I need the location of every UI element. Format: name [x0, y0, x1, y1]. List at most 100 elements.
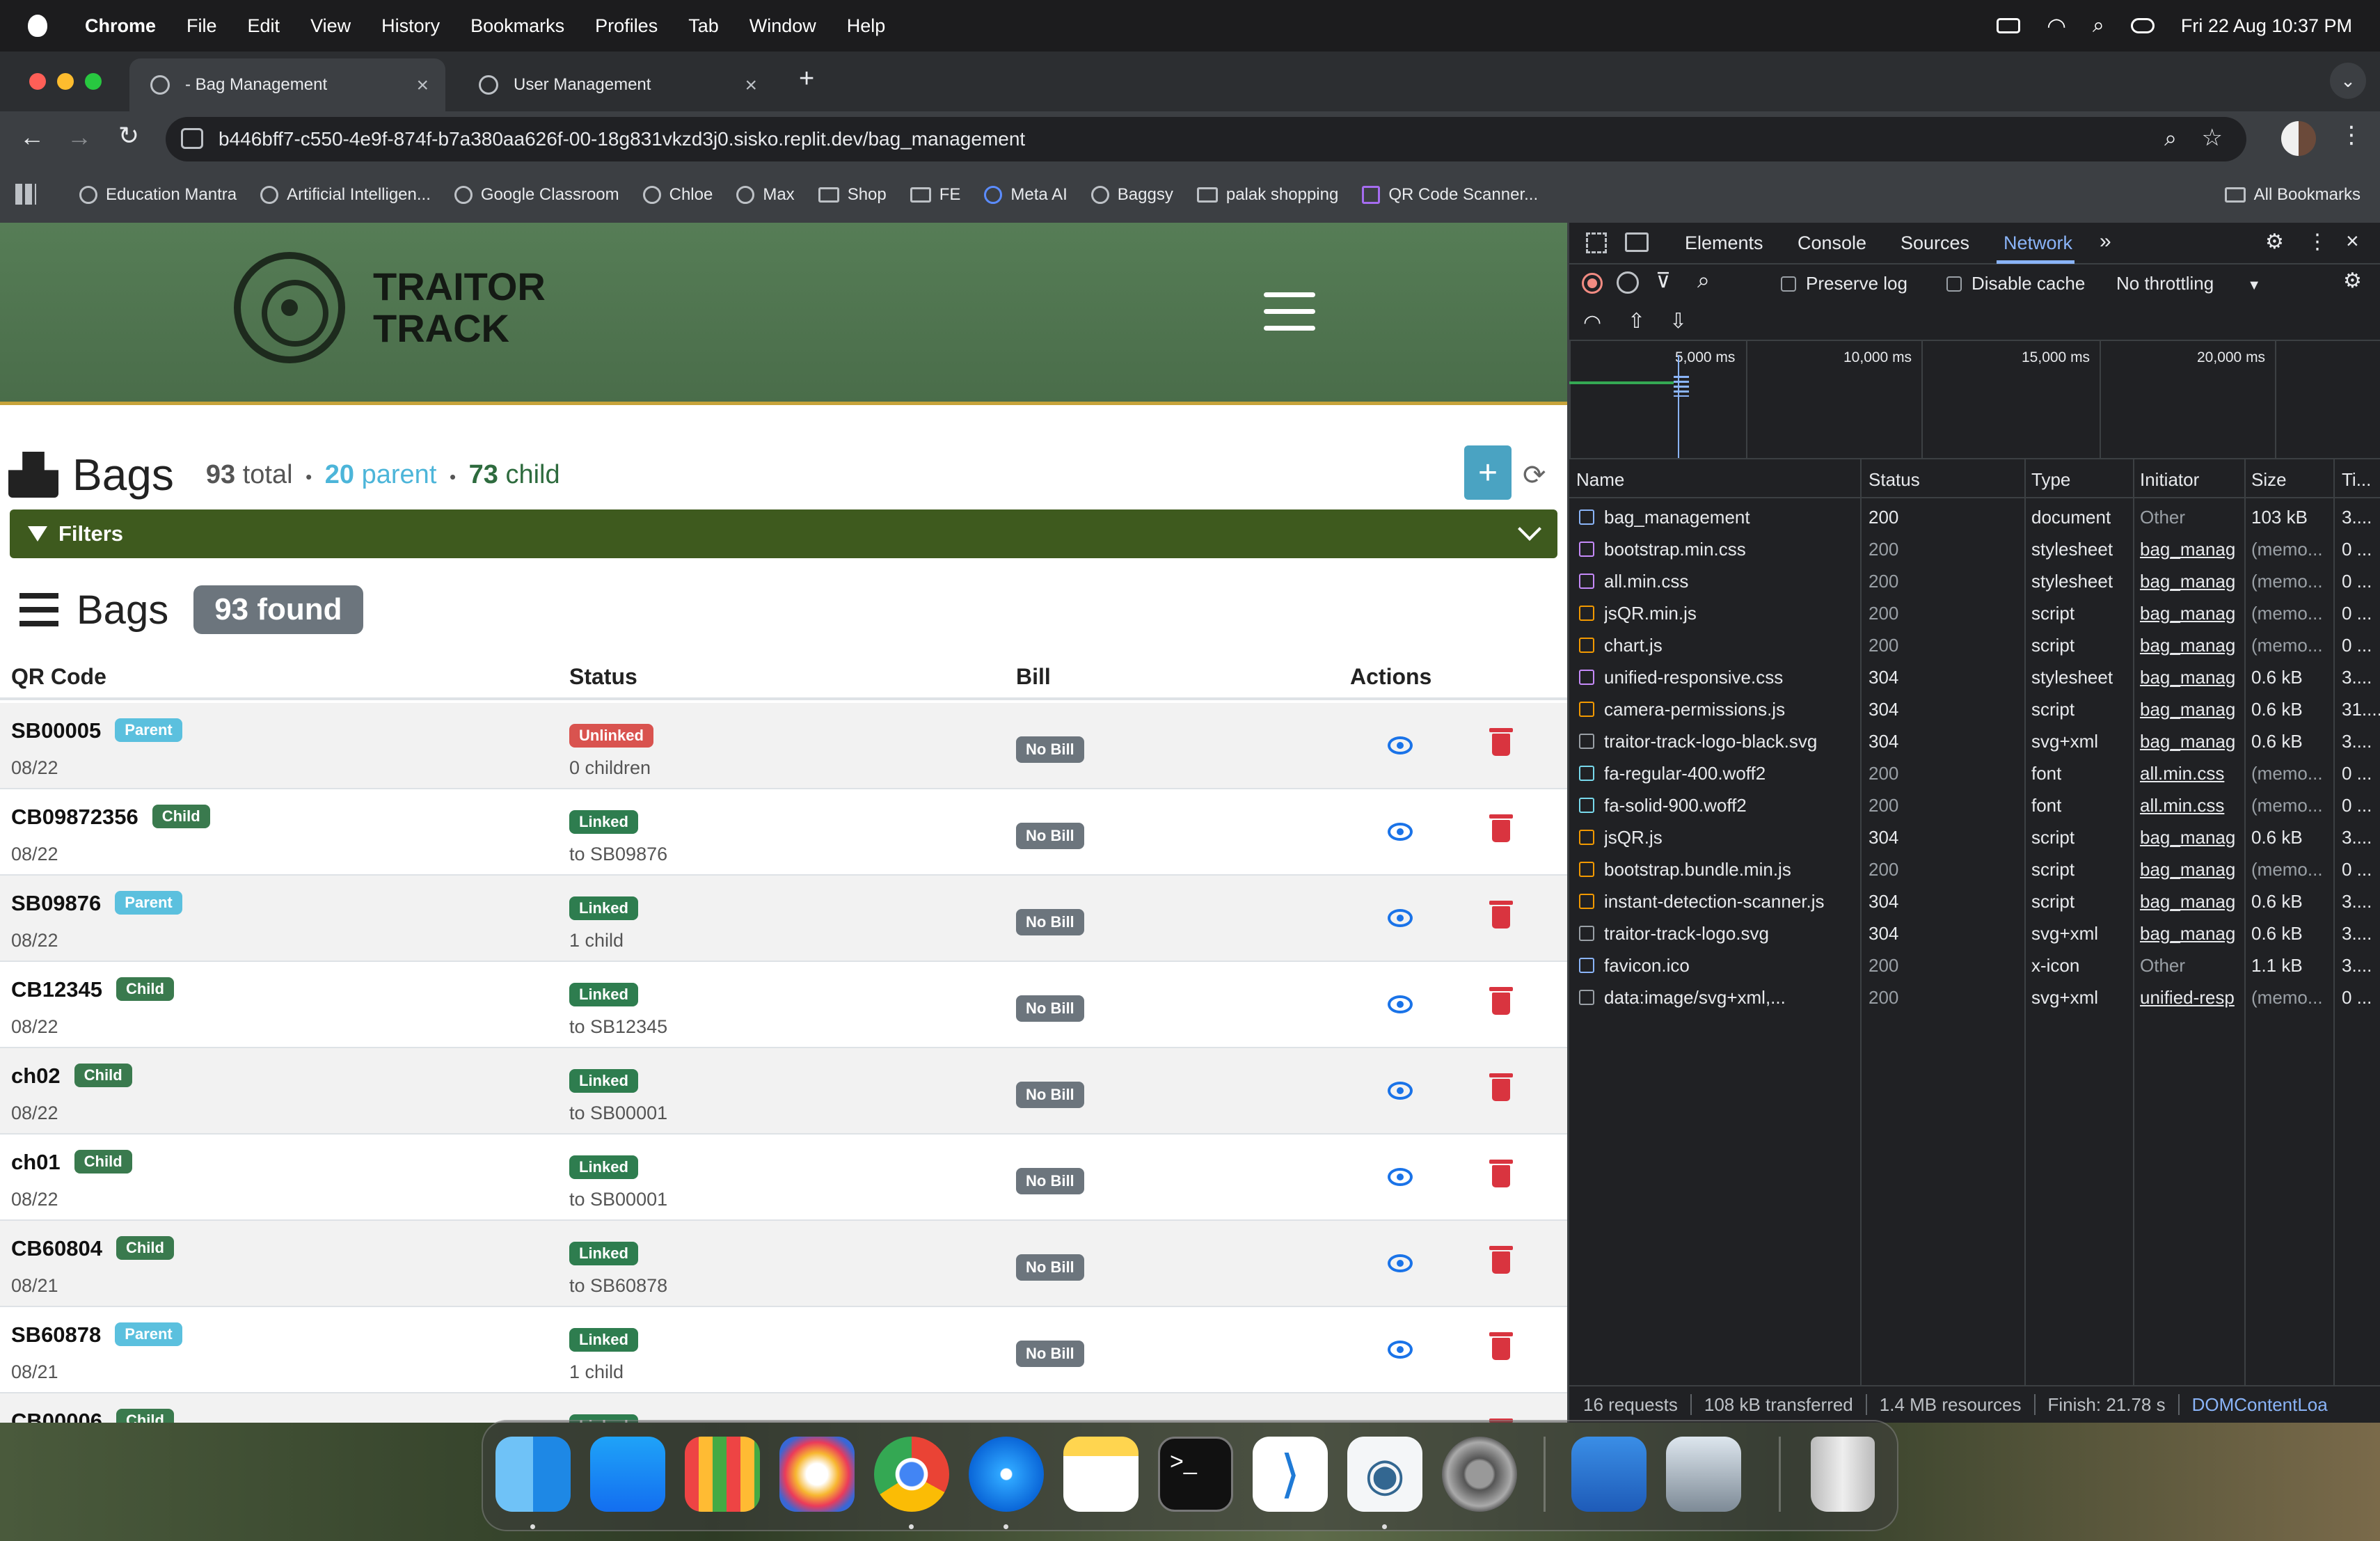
search-icon[interactable]: ⌕: [1697, 267, 1710, 294]
address-bar[interactable]: b446bff7-c550-4e9f-874f-b7a380aa626f-00-…: [166, 117, 2246, 161]
column-qr-code[interactable]: QR Code: [11, 664, 106, 690]
bookmark-folder-palak-shopping[interactable]: palak shopping: [1196, 185, 1338, 205]
table-row[interactable]: CB12345 Child 08/22 Linked to SB12345 No Bill: [0, 962, 1567, 1048]
column-status[interactable]: Status: [1869, 469, 1920, 491]
inspect-element-icon[interactable]: [1586, 232, 1607, 253]
network-conditions-icon[interactable]: ◠: [1583, 310, 1601, 335]
bookmark-folder-shop[interactable]: Shop: [818, 185, 887, 205]
postgres-icon[interactable]: ◉: [1347, 1437, 1422, 1512]
bookmark-star-icon[interactable]: ☆: [2202, 124, 2223, 152]
bookmark-folder-fe[interactable]: FE: [910, 185, 960, 205]
request-row[interactable]: camera-permissions.js 304 script bag_manag 0…: [1569, 693, 2380, 725]
request-initiator[interactable]: bag_manag: [2140, 667, 2242, 688]
request-name[interactable]: favicon.ico: [1604, 955, 1857, 977]
menu-tab[interactable]: Tab: [688, 15, 719, 37]
export-har-icon[interactable]: ⇩: [1669, 309, 1687, 333]
request-initiator[interactable]: bag_manag: [2140, 635, 2242, 656]
menu-app-name[interactable]: Chrome: [85, 15, 156, 37]
tab-network[interactable]: Network: [2004, 232, 2072, 254]
table-row[interactable]: ch01 Child 08/22 Linked to SB00001 No Bill: [0, 1135, 1567, 1221]
request-initiator[interactable]: bag_manag: [2140, 827, 2242, 848]
request-initiator[interactable]: Other: [2140, 507, 2242, 528]
request-initiator[interactable]: bag_manag: [2140, 603, 2242, 624]
request-name[interactable]: unified-responsive.css: [1604, 667, 1857, 688]
tab-user-management[interactable]: User Management ×: [458, 58, 774, 111]
zoom-icon[interactable]: ⌕: [2164, 125, 2177, 152]
qr-code-text[interactable]: CB09872356: [11, 805, 138, 829]
request-name[interactable]: data:image/svg+xml,...: [1604, 987, 1857, 1009]
qr-code-text[interactable]: SB00005: [11, 718, 101, 743]
view-eye-icon[interactable]: [1388, 1254, 1413, 1272]
qr-code-cell[interactable]: SB00005 Parent: [11, 718, 182, 743]
window-minimize-button[interactable]: [57, 73, 74, 90]
qr-code-text[interactable]: SB09876: [11, 891, 101, 915]
qr-code-text[interactable]: CB00006: [11, 1409, 102, 1423]
table-row[interactable]: CB09872356 Child 08/22 Linked to SB09876 No B…: [0, 789, 1567, 876]
trash-icon[interactable]: [1811, 1437, 1875, 1512]
request-initiator[interactable]: bag_manag: [2140, 731, 2242, 752]
bookmark-baggsy[interactable]: Baggsy: [1090, 185, 1173, 205]
devtools-settings-gear-icon[interactable]: ⚙: [2265, 230, 2284, 254]
menu-file[interactable]: File: [187, 15, 217, 37]
qr-code-cell[interactable]: SB09876 Parent: [11, 891, 182, 916]
view-eye-icon[interactable]: [1388, 736, 1413, 754]
delete-trash-icon[interactable]: [1489, 987, 1513, 1015]
delete-trash-icon[interactable]: [1489, 901, 1513, 928]
close-devtools-icon[interactable]: ×: [2346, 228, 2359, 254]
request-name[interactable]: fa-solid-900.woff2: [1604, 795, 1857, 816]
menu-bookmarks[interactable]: Bookmarks: [470, 15, 564, 37]
request-row[interactable]: bootstrap.min.css 200 stylesheet bag_manag (…: [1569, 533, 2380, 565]
request-name[interactable]: traitor-track-logo-black.svg: [1604, 731, 1857, 752]
qr-code-cell[interactable]: ch02 Child: [11, 1064, 132, 1089]
request-row[interactable]: bag_management 200 document Other 103 kB 3...…: [1569, 501, 2380, 533]
tab-sources[interactable]: Sources: [1901, 232, 1969, 254]
request-initiator[interactable]: all.min.css: [2140, 763, 2242, 784]
close-tab-icon[interactable]: ×: [745, 74, 757, 97]
tab-bag-management[interactable]: - Bag Management ×: [129, 58, 445, 111]
column-initiator[interactable]: Initiator: [2140, 469, 2199, 491]
network-settings-gear-icon[interactable]: ⚙: [2343, 269, 2362, 293]
request-name[interactable]: bootstrap.min.css: [1604, 539, 1857, 560]
request-name[interactable]: fa-regular-400.woff2: [1604, 763, 1857, 784]
request-initiator[interactable]: unified-resp: [2140, 987, 2242, 1009]
launchpad-icon[interactable]: [685, 1437, 760, 1512]
qr-code-cell[interactable]: CB00006 Child: [11, 1409, 174, 1423]
record-stop-icon[interactable]: [1582, 273, 1603, 294]
throttling-select[interactable]: No throttling ▼: [2116, 273, 2261, 294]
qr-code-text[interactable]: SB60878: [11, 1322, 101, 1347]
request-row[interactable]: all.min.css 200 stylesheet bag_manag (memo..…: [1569, 565, 2380, 597]
back-arrow-icon[interactable]: ←: [19, 123, 45, 152]
bookmark-meta-ai[interactable]: Meta AI: [984, 185, 1068, 205]
request-initiator[interactable]: bag_manag: [2140, 891, 2242, 912]
menu-history[interactable]: History: [381, 15, 440, 37]
menu-help[interactable]: Help: [847, 15, 886, 37]
preview-icon[interactable]: [1666, 1437, 1741, 1512]
hamburger-menu-icon[interactable]: [1264, 292, 1315, 333]
traitor-track-logo-icon[interactable]: [234, 252, 345, 363]
tab-search-icon[interactable]: ⌄: [2330, 63, 2366, 99]
chrome-icon[interactable]: [874, 1437, 949, 1512]
safari-icon[interactable]: [969, 1437, 1044, 1512]
delete-trash-icon[interactable]: [1489, 1073, 1513, 1101]
system-settings-icon[interactable]: [1442, 1437, 1517, 1512]
menubar-clock[interactable]: Fri 22 Aug 10:37 PM: [2181, 15, 2352, 37]
request-initiator[interactable]: bag_manag: [2140, 923, 2242, 945]
bookmark-google-classroom[interactable]: Google Classroom: [454, 185, 619, 205]
bookmark-education-mantra[interactable]: Education Mantra: [79, 185, 237, 205]
request-initiator[interactable]: bag_manag: [2140, 859, 2242, 880]
column-type[interactable]: Type: [2031, 469, 2070, 491]
table-row[interactable]: SB00005 Parent 08/22 Unlinked 0 children No B…: [0, 703, 1567, 789]
column-time[interactable]: Ti...: [2342, 469, 2371, 491]
view-eye-icon[interactable]: [1388, 909, 1413, 927]
app-store-icon[interactable]: [590, 1437, 665, 1512]
qr-code-cell[interactable]: CB09872356 Child: [11, 805, 210, 830]
finder-icon[interactable]: [495, 1437, 571, 1512]
table-row[interactable]: SB09876 Parent 08/22 Linked 1 child No Bill: [0, 876, 1567, 962]
request-name[interactable]: instant-detection-scanner.js: [1604, 891, 1857, 912]
bookmark-max[interactable]: Max: [736, 185, 795, 205]
reload-icon[interactable]: ↻: [118, 121, 139, 150]
bookmark-artificial-intelligence[interactable]: Artificial Intelligen...: [260, 185, 431, 205]
column-status[interactable]: Status: [569, 664, 637, 690]
tab-console[interactable]: Console: [1798, 232, 1866, 254]
site-info-icon[interactable]: [181, 128, 203, 149]
